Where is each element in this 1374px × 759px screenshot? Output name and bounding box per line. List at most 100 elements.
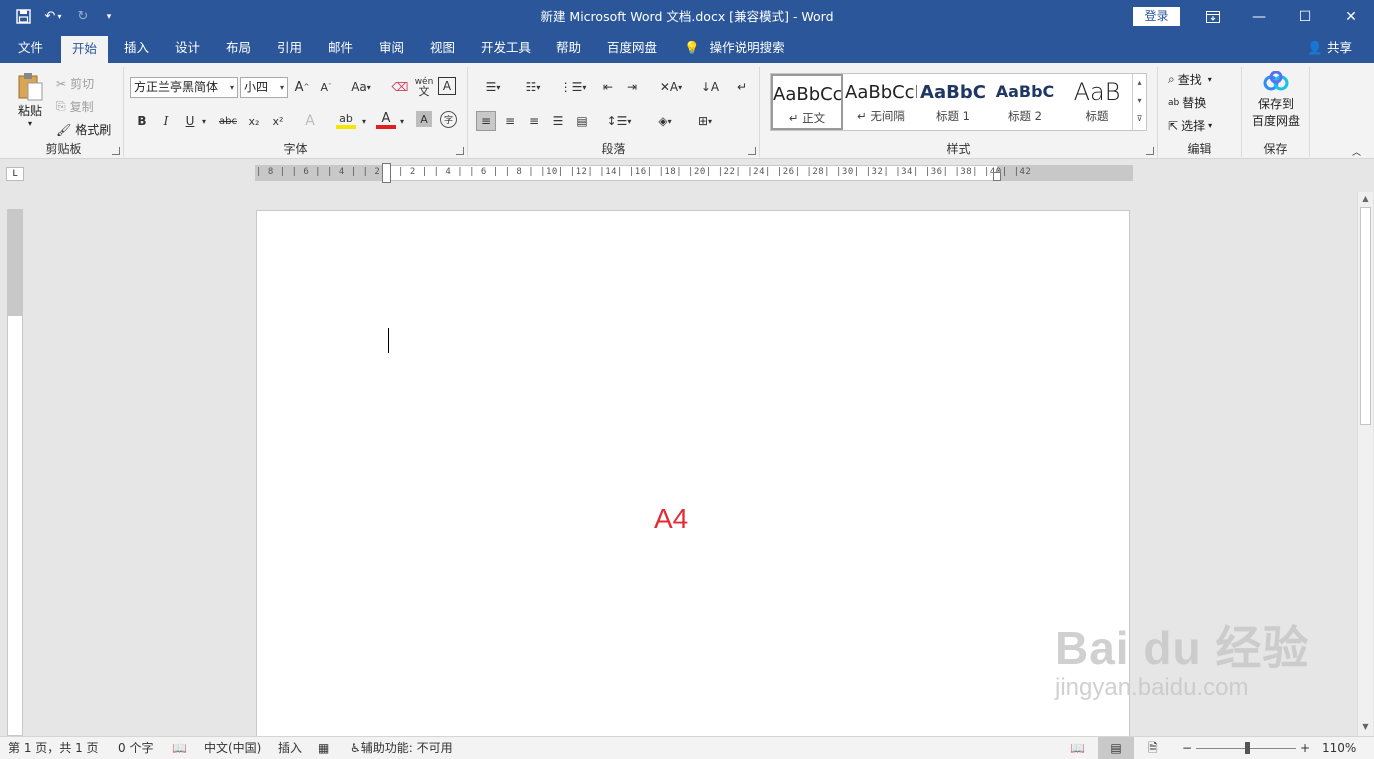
change-case-icon[interactable]: Aa ▾ bbox=[344, 77, 378, 97]
grow-font-icon[interactable]: A ^ bbox=[292, 77, 312, 97]
styles-launcher-icon[interactable] bbox=[1146, 147, 1154, 155]
copy-button[interactable]: ⎘ 复制 bbox=[56, 98, 94, 115]
numbering-icon[interactable]: ☷ ▾ bbox=[516, 77, 550, 97]
word-count[interactable]: 0 个字 bbox=[118, 737, 153, 759]
login-button[interactable]: 登录 bbox=[1133, 7, 1180, 26]
tab-file[interactable]: 文件 bbox=[18, 33, 43, 63]
style-title[interactable]: AaB 标题 bbox=[1061, 74, 1133, 130]
multilevel-list-icon[interactable]: ⋮☰ ▾ bbox=[556, 77, 590, 97]
find-button[interactable]: ⌕ 查找 ▾ bbox=[1168, 71, 1212, 88]
tab-mailings[interactable]: 邮件 bbox=[328, 33, 353, 63]
redo-icon[interactable]: ↻ bbox=[70, 4, 96, 30]
zoom-in-icon[interactable]: + bbox=[1300, 737, 1310, 759]
ribbon-display-options-icon[interactable] bbox=[1190, 0, 1236, 33]
right-indent-marker[interactable] bbox=[993, 172, 1001, 181]
show-marks-icon[interactable]: ↵ bbox=[732, 77, 752, 97]
macro-record-icon[interactable]: ▦ bbox=[318, 737, 329, 759]
scroll-thumb[interactable] bbox=[1360, 207, 1371, 425]
enclose-characters-icon[interactable]: 字 bbox=[440, 111, 457, 128]
highlight-color-icon[interactable]: ab bbox=[336, 111, 356, 129]
indent-marker[interactable] bbox=[382, 163, 391, 183]
web-layout-icon[interactable]: 🗎 bbox=[1148, 737, 1158, 759]
scroll-down-icon[interactable]: ▼ bbox=[1360, 722, 1371, 734]
paste-button[interactable]: 粘贴 ▾ bbox=[14, 72, 46, 128]
phonetic-guide-icon[interactable]: wén 文 bbox=[414, 77, 434, 98]
clear-formatting-icon[interactable]: ⌫ bbox=[390, 77, 410, 97]
tab-view[interactable]: 视图 bbox=[430, 33, 455, 63]
paragraph-launcher-icon[interactable] bbox=[748, 147, 756, 155]
undo-icon[interactable]: ↶ ▾ bbox=[36, 4, 70, 30]
save-icon[interactable] bbox=[10, 4, 36, 30]
customize-qat-icon[interactable]: ▾ bbox=[96, 4, 122, 30]
tab-baidu-netdisk[interactable]: 百度网盘 bbox=[607, 33, 657, 63]
style-gallery-scroll[interactable]: ▴ ▾ ⊽ bbox=[1132, 74, 1146, 130]
shading-bucket-icon[interactable]: ◈ ▾ bbox=[648, 111, 682, 131]
page-count[interactable]: 第 1 页，共 1 页 bbox=[8, 737, 99, 759]
tab-design[interactable]: 设计 bbox=[175, 33, 200, 63]
maximize-icon[interactable]: ☐ bbox=[1282, 0, 1328, 33]
style-heading-2[interactable]: AaBbC 标题 2 bbox=[989, 74, 1061, 130]
language-indicator[interactable]: 中文(中国) bbox=[204, 737, 261, 759]
select-button[interactable]: ⇱ 选择 ▾ bbox=[1168, 117, 1212, 134]
vertical-scrollbar[interactable]: ▲ ▼ bbox=[1357, 192, 1373, 736]
text-effects-icon[interactable]: A bbox=[300, 111, 320, 131]
superscript-icon[interactable]: x² bbox=[268, 111, 288, 131]
style-normal[interactable]: AaBbCcDd ↵ 正文 bbox=[771, 74, 843, 130]
underline-icon[interactable]: U bbox=[180, 111, 200, 131]
chevron-down-icon[interactable]: ▾ bbox=[198, 111, 210, 131]
style-heading-1[interactable]: AaBbC 标题 1 bbox=[917, 74, 989, 130]
italic-icon[interactable]: I bbox=[156, 111, 176, 131]
document-page[interactable]: A4 bbox=[256, 210, 1130, 740]
replace-button[interactable]: ab 替换 bbox=[1168, 94, 1206, 111]
shrink-font-icon[interactable]: Aˇ bbox=[316, 77, 336, 97]
subscript-icon[interactable]: x₂ bbox=[244, 111, 264, 131]
borders-icon[interactable]: ⊞ ▾ bbox=[688, 111, 722, 131]
align-right-icon[interactable]: ≡ bbox=[524, 111, 544, 131]
chinese-layout-icon[interactable]: ✕A ▾ bbox=[654, 77, 688, 97]
minimize-icon[interactable]: — bbox=[1236, 0, 1282, 33]
bold-icon[interactable]: B bbox=[132, 111, 152, 131]
zoom-out-icon[interactable]: − bbox=[1182, 737, 1192, 759]
proofing-icon[interactable]: 📖 bbox=[172, 737, 187, 759]
font-color-icon[interactable]: A bbox=[376, 111, 396, 129]
bullets-icon[interactable]: ☰ ▾ bbox=[476, 77, 510, 97]
strikethrough-icon[interactable]: abc bbox=[218, 111, 238, 131]
scroll-up-icon[interactable]: ▲ bbox=[1360, 194, 1371, 206]
tab-references[interactable]: 引用 bbox=[277, 33, 302, 63]
increase-indent-icon[interactable]: ⇥ bbox=[622, 77, 642, 97]
share-button[interactable]: 👤 共享 bbox=[1307, 33, 1352, 63]
zoom-level[interactable]: 110% bbox=[1322, 737, 1356, 759]
character-shading-icon[interactable]: A bbox=[416, 111, 432, 127]
save-to-baidu-button[interactable]: 保存到 百度网盘 bbox=[1248, 71, 1304, 129]
clipboard-launcher-icon[interactable] bbox=[112, 147, 120, 155]
font-launcher-icon[interactable] bbox=[456, 147, 464, 155]
insert-mode[interactable]: 插入 bbox=[278, 737, 302, 759]
decrease-indent-icon[interactable]: ⇤ bbox=[598, 77, 618, 97]
sort-icon[interactable]: ↓A bbox=[700, 77, 720, 97]
chevron-down-icon[interactable]: ▾ bbox=[358, 111, 370, 131]
tab-selector[interactable]: L bbox=[6, 167, 24, 181]
accessibility-status[interactable]: ♿辅助功能: 不可用 bbox=[350, 737, 453, 759]
character-border-icon[interactable]: A bbox=[438, 77, 456, 95]
chevron-down-icon[interactable]: ▾ bbox=[396, 111, 408, 131]
tab-layout[interactable]: 布局 bbox=[226, 33, 251, 63]
vertical-ruler[interactable] bbox=[7, 209, 23, 736]
tab-insert[interactable]: 插入 bbox=[124, 33, 149, 63]
tab-developer[interactable]: 开发工具 bbox=[481, 33, 531, 63]
font-size-combo[interactable]: 小四 ▾ bbox=[240, 77, 288, 98]
line-spacing-icon[interactable]: ↕☰ ▾ bbox=[602, 111, 636, 131]
horizontal-ruler[interactable]: | 8 | | 6 | | 4 | | 2 | | 2 | | 4 | | 6 … bbox=[255, 163, 1133, 183]
print-layout-icon[interactable]: ▤ bbox=[1098, 737, 1134, 759]
font-name-combo[interactable]: 方正兰亭黑简体 ▾ bbox=[130, 77, 238, 98]
style-no-spacing[interactable]: AaBbCcDd ↵ 无间隔 bbox=[845, 74, 917, 130]
align-left-icon[interactable]: ≡ bbox=[476, 111, 496, 131]
cut-button[interactable]: ✂ 剪切 bbox=[56, 75, 94, 92]
tell-me-search[interactable]: 💡 操作说明搜索 bbox=[684, 33, 785, 63]
read-mode-icon[interactable]: 📖 bbox=[1070, 737, 1085, 759]
align-center-icon[interactable]: ≡ bbox=[500, 111, 520, 131]
tab-home[interactable]: 开始 bbox=[61, 36, 109, 63]
zoom-slider-handle[interactable] bbox=[1245, 742, 1250, 754]
close-icon[interactable]: ✕ bbox=[1328, 0, 1374, 33]
tab-review[interactable]: 审阅 bbox=[379, 33, 404, 63]
tab-help[interactable]: 帮助 bbox=[556, 33, 581, 63]
